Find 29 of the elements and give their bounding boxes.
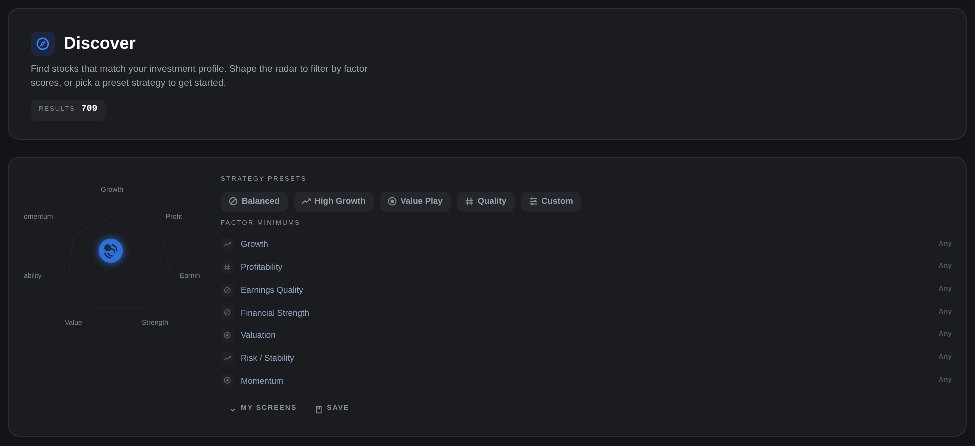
preset-button[interactable]: High Growth	[294, 192, 374, 212]
factor-icon	[221, 329, 234, 342]
factor-name: Growth	[241, 238, 268, 252]
factor-name: Risk / Stability	[241, 352, 294, 365]
factor-name: Financial Strength	[241, 306, 310, 320]
factor-icon	[221, 306, 234, 320]
compass-icon	[31, 32, 55, 56]
bookmark-icon	[315, 406, 324, 414]
app-logo-icon	[99, 239, 123, 263]
factor-name: Valuation	[241, 329, 276, 342]
page-description: Find stocks that match your investment profile. Shape the radar to filter by factor scores, or pick a preset strategy to get started.	[31, 62, 369, 90]
factor-icon	[221, 352, 234, 365]
factor-icon	[221, 374, 234, 388]
ban-icon	[229, 197, 238, 206]
factor-icon	[221, 238, 234, 252]
factor-name: Profitability	[241, 261, 283, 274]
page-title: Discover	[64, 33, 136, 55]
factor-name: Momentum	[241, 374, 284, 388]
sliders-icon	[528, 197, 538, 206]
trend-up-icon	[302, 197, 311, 206]
factor-icon	[221, 284, 234, 297]
factor-icon	[221, 261, 234, 274]
preset-button[interactable]: Balanced	[221, 192, 288, 212]
preset-button[interactable]: Value Play	[380, 192, 451, 212]
preset-button[interactable]: Custom	[520, 192, 582, 212]
results-count: 709	[82, 103, 98, 116]
preset-button[interactable]: Quality	[456, 192, 515, 212]
factor-name: Earnings Quality	[241, 284, 304, 297]
target-icon	[388, 197, 397, 206]
